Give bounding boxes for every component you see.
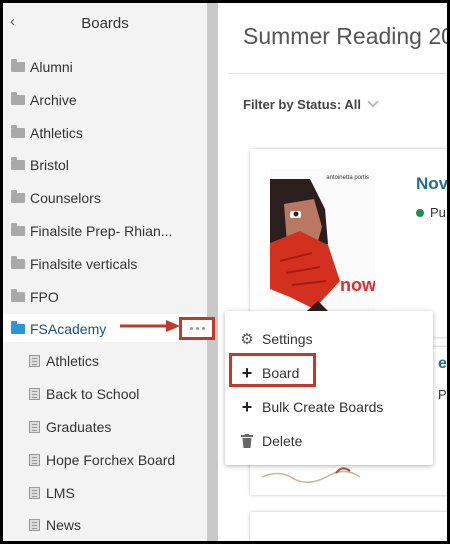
sidebar-subitem-hope-forchex-board[interactable]: Hope Forchex Board: [29, 445, 205, 475]
sidebar-item-archive[interactable]: Archive: [11, 85, 201, 115]
menu-item-label: Bulk Create Boards: [262, 399, 384, 415]
sidebar-item-alumni[interactable]: Alumni: [11, 52, 201, 82]
menu-item-settings[interactable]: ⚙ Settings: [239, 326, 313, 352]
menu-item-label: Settings: [262, 331, 313, 347]
sidebar-item-fpo[interactable]: FPO: [11, 282, 201, 312]
sidebar-item-label: Finalsite Prep- Rhian...: [30, 223, 173, 239]
sidebar-subitem-news[interactable]: News: [29, 510, 205, 540]
chevron-down-icon: [367, 96, 379, 108]
dot: [195, 327, 199, 330]
folder-icon: [11, 125, 25, 138]
menu-item-delete[interactable]: Delete: [239, 428, 302, 454]
sidebar-item-finalsite-verticals[interactable]: Finalsite verticals: [11, 249, 201, 279]
sidebar-item-label: LMS: [46, 485, 75, 501]
sidebar-item-label: Hope Forchex Board: [46, 452, 176, 468]
folder-icon: [11, 92, 25, 105]
sidebar-item-label: FSAcademy: [30, 321, 107, 337]
book-cover-image: now antoinetta portis: [270, 169, 375, 319]
board-icon: [29, 454, 40, 466]
dot: [189, 327, 193, 330]
folder-open-icon: [11, 321, 25, 334]
title-divider: [228, 73, 447, 74]
sidebar-title: Boards: [81, 15, 129, 32]
sidebar-item-counselors[interactable]: Counselors: [11, 183, 201, 213]
status-filter[interactable]: Filter by Status: All: [243, 96, 379, 112]
folder-icon: [11, 157, 25, 170]
sidebar-item-label: Archive: [30, 92, 77, 108]
board-icon: [29, 421, 40, 433]
status-dot-icon: [416, 208, 424, 217]
sidebar-header: ‹ Boards: [3, 3, 207, 43]
sidebar-subitem-lms[interactable]: LMS: [29, 478, 205, 508]
sidebar-subitem-athletics[interactable]: Athletics: [29, 346, 205, 376]
sidebar-item-label: Athletics: [30, 125, 83, 141]
sidebar-item-label: Graduates: [46, 419, 112, 435]
trash-icon: [239, 434, 255, 448]
folder-icon: [11, 256, 25, 269]
sidebar-item-bristol[interactable]: Bristol: [11, 150, 201, 180]
card-title[interactable]: Nov: [416, 174, 447, 194]
sidebar-item-fsacademy[interactable]: FSAcademy: [11, 314, 121, 344]
board-icon: [29, 355, 40, 367]
book-cover-illustration: now: [270, 169, 375, 319]
folder-icon: [11, 223, 25, 236]
sidebar-item-label: Alumni: [30, 59, 73, 75]
post-card[interactable]: now antoinetta portis Nov Pu: [250, 149, 447, 337]
sidebar-scrollbar[interactable]: [207, 3, 218, 541]
card-title[interactable]: e: [438, 355, 447, 373]
folder-icon: [11, 59, 25, 72]
boards-sidebar: ‹ Boards Alumni Archive Athletics Bristo…: [3, 3, 207, 541]
sidebar-item-finalsite-prep[interactable]: Finalsite Prep- Rhian...: [11, 216, 201, 246]
post-card[interactable]: [250, 512, 447, 541]
more-options-button[interactable]: [179, 317, 215, 340]
status-label: P: [438, 387, 447, 402]
gear-icon: ⚙: [240, 331, 254, 348]
sidebar-item-label: Counselors: [30, 190, 101, 206]
folder-icon: [11, 289, 25, 302]
sidebar-item-label: Bristol: [30, 157, 69, 173]
status-label: Pu: [430, 205, 446, 220]
filter-label: Filter by Status: All: [243, 97, 361, 112]
board-context-menu: ⚙ Settings + Board + Bulk Create Boards …: [225, 311, 433, 465]
menu-item-bulk-create-boards[interactable]: + Bulk Create Boards: [239, 394, 384, 420]
sidebar-subitem-back-to-school[interactable]: Back to School: [29, 379, 205, 409]
dot: [201, 327, 205, 330]
annotation-arrow-icon: [120, 320, 180, 332]
sidebar-item-label: Back to School: [46, 386, 140, 402]
app-window: ‹ Boards Alumni Archive Athletics Bristo…: [3, 3, 447, 541]
cover-author-text: antoinetta portis: [326, 175, 369, 181]
board-icon: [29, 519, 40, 531]
sidebar-item-athletics[interactable]: Athletics: [11, 118, 201, 148]
annotation-highlight-box: [229, 353, 316, 387]
sidebar-item-label: FPO: [30, 289, 59, 305]
menu-item-label: Delete: [262, 433, 303, 449]
sidebar-item-label: Athletics: [46, 353, 99, 369]
cover-word: now: [340, 275, 375, 295]
plus-icon: +: [241, 396, 253, 417]
folder-icon: [11, 190, 25, 203]
sidebar-item-label: Finalsite verticals: [30, 256, 138, 272]
sidebar-item-label: News: [46, 517, 82, 533]
board-icon: [29, 388, 40, 400]
board-icon: [29, 487, 40, 499]
card-status: Pu: [416, 205, 446, 220]
sidebar-subitem-graduates[interactable]: Graduates: [29, 412, 205, 442]
page-title: Summer Reading 20: [243, 23, 447, 49]
